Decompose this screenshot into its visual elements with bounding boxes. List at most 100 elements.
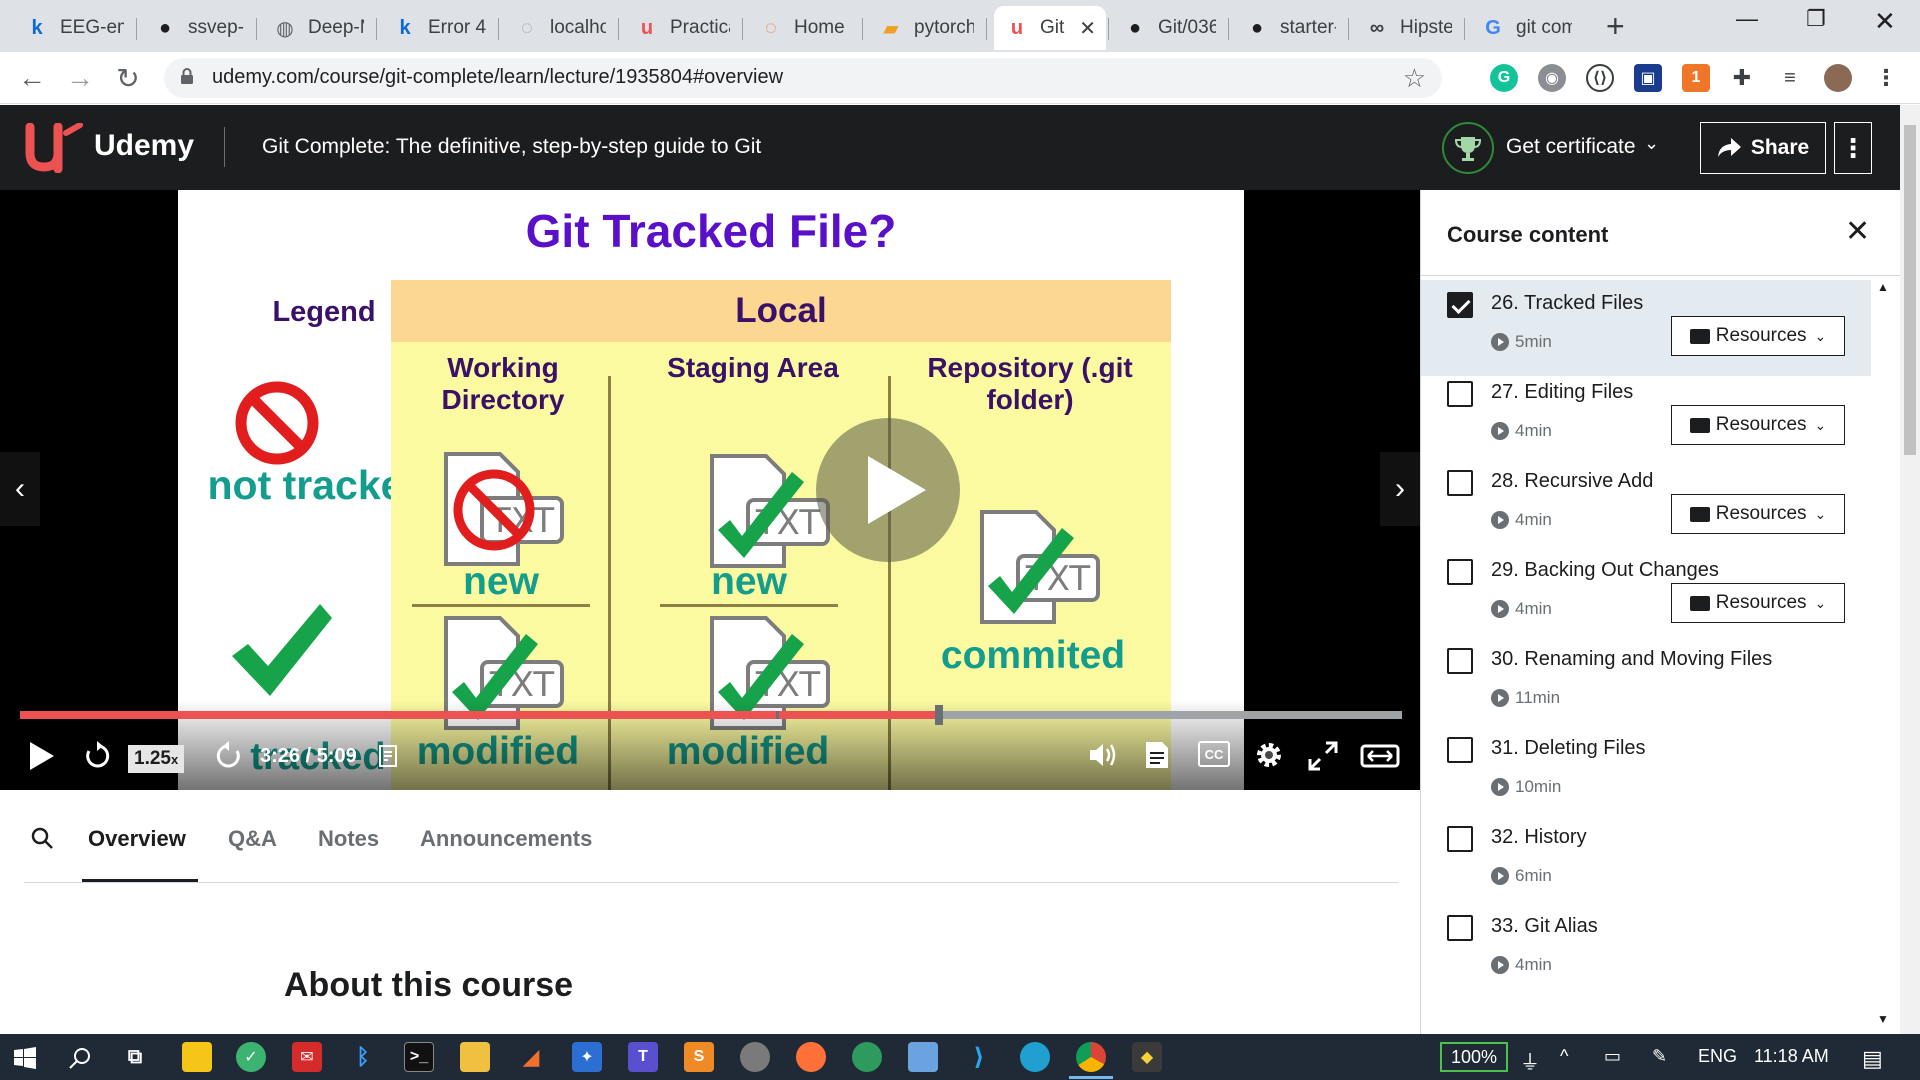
lesson-checkbox[interactable] [1447, 737, 1473, 763]
transcript-icon[interactable] [1144, 740, 1170, 770]
lesson-checkbox[interactable] [1447, 470, 1473, 496]
sticky-notes-icon[interactable] [182, 1042, 212, 1072]
network-app-icon[interactable] [908, 1042, 938, 1072]
browser-tab[interactable]: ▰ pytorch [868, 6, 984, 50]
mail-app-icon[interactable]: ✉ [292, 1042, 322, 1072]
media-control-icon[interactable]: ≡ [1776, 64, 1804, 92]
reload-icon[interactable]: ↻ [110, 60, 146, 96]
teams-icon[interactable]: T [628, 1042, 658, 1072]
lesson-checkbox[interactable] [1447, 915, 1473, 941]
app-icon-green[interactable] [852, 1042, 882, 1072]
lesson-item[interactable]: 30. Renaming and Moving Files 11min [1421, 636, 1871, 732]
badge-extension-icon[interactable]: 1 [1682, 64, 1710, 92]
lesson-checkbox[interactable] [1447, 648, 1473, 674]
battery-indicator[interactable]: 100% [1440, 1042, 1508, 1072]
terminal-icon[interactable]: >_ [404, 1042, 434, 1072]
app-icon-gray[interactable] [740, 1042, 770, 1072]
lesson-item[interactable]: 28. Recursive Add 4min Resources ⌄ [1421, 458, 1871, 554]
taskbar-search-icon[interactable] [68, 1046, 92, 1070]
clock[interactable]: 11:18 AM [1754, 1046, 1829, 1067]
sublime-icon[interactable]: S [684, 1042, 714, 1072]
lesson-checkbox[interactable] [1447, 559, 1473, 585]
file-explorer-icon[interactable] [460, 1042, 490, 1072]
globe-extension-icon[interactable]: ◉ [1538, 64, 1566, 92]
browser-tab[interactable]: ● Git/036 [1112, 6, 1226, 50]
browser-tab[interactable]: ◍ Deep-M [262, 6, 374, 50]
browser-tab[interactable]: ● ssvep-n [142, 6, 254, 50]
profile-avatar[interactable] [1824, 64, 1852, 92]
lesson-checkbox[interactable] [1447, 381, 1473, 407]
chevron-down-icon[interactable]: ⌄ [1644, 133, 1659, 154]
share-button[interactable]: Share [1700, 122, 1826, 174]
udemy-logo-icon[interactable] [22, 123, 84, 173]
tab-notes[interactable]: Notes [318, 826, 379, 852]
app-icon[interactable]: ✓ [236, 1042, 266, 1072]
browser-tab[interactable]: ◌ Home P [748, 6, 860, 50]
lesson-item[interactable]: 27. Editing Files 4min Resources ⌄ [1421, 369, 1871, 465]
lesson-item[interactable]: 32. History 6min [1421, 814, 1871, 910]
progress-bar[interactable] [20, 705, 1402, 725]
search-icon[interactable] [30, 826, 54, 850]
lesson-checkbox[interactable] [1447, 292, 1473, 318]
lesson-item[interactable]: 29. Backing Out Changes 4min Resources ⌄ [1421, 547, 1871, 643]
close-tab-icon[interactable]: ✕ [1079, 16, 1096, 41]
new-tab-button[interactable]: + [1606, 8, 1625, 45]
scroll-down-icon[interactable]: ▼ [1877, 1012, 1889, 1026]
tab-announcements[interactable]: Announcements [420, 826, 592, 852]
udemy-brand[interactable]: Udemy [94, 129, 194, 163]
extensions-puzzle-icon[interactable]: ✚ [1728, 64, 1756, 92]
expand-theater-icon[interactable] [1360, 742, 1400, 770]
volume-icon[interactable] [1088, 741, 1118, 769]
lesson-item[interactable]: 33. Git Alias 4min [1421, 903, 1871, 999]
resources-button[interactable]: Resources ⌄ [1671, 405, 1845, 445]
screen-extension-icon[interactable]: ▣ [1634, 64, 1662, 92]
minimize-icon[interactable]: — [1736, 6, 1758, 32]
matlab-icon[interactable]: ◢ [516, 1042, 546, 1072]
browser-tab[interactable]: ● starter- [1234, 6, 1346, 50]
paint-app-icon[interactable]: ✦ [572, 1042, 602, 1072]
browser-tab[interactable]: ∞ Hipster [1354, 6, 1462, 50]
restore-icon[interactable]: ❐ [1806, 6, 1826, 32]
progress-knob[interactable] [935, 705, 944, 725]
close-icon[interactable]: ✕ [1845, 214, 1870, 249]
power-plug-icon[interactable]: ⏚ [1520, 1046, 1540, 1075]
grammarly-icon[interactable]: G [1490, 64, 1518, 92]
vscode-icon[interactable]: ⟩ [964, 1042, 994, 1072]
chrome-icon[interactable] [1076, 1042, 1106, 1072]
code-extension-icon[interactable]: ⟨⟩ [1586, 64, 1614, 92]
app-icon-yellow[interactable]: ◆ [1132, 1042, 1162, 1072]
edge-icon[interactable] [1020, 1042, 1050, 1072]
play-icon[interactable] [28, 741, 56, 771]
forward-skip-icon[interactable] [214, 741, 244, 771]
browser-menu-icon[interactable]: ⋮ [1872, 64, 1900, 92]
more-options-icon[interactable]: ⋮ [1834, 122, 1872, 174]
notifications-icon[interactable]: ▤ [1862, 1046, 1883, 1072]
browser-tab[interactable]: ◌ localho [504, 6, 616, 50]
scroll-up-icon[interactable]: ▲ [1877, 280, 1889, 294]
page-scrollbar[interactable] [1900, 105, 1920, 1034]
lesson-item[interactable]: 26. Tracked Files 5min Resources ⌄ [1421, 280, 1871, 376]
get-certificate-button[interactable]: Get certificate [1506, 135, 1636, 159]
firefox-icon[interactable] [796, 1042, 826, 1072]
browser-tab[interactable]: k Error 40 [382, 6, 496, 50]
resources-button[interactable]: Resources ⌄ [1671, 494, 1845, 534]
browser-tab[interactable]: k EEG-em [14, 6, 134, 50]
fullscreen-icon[interactable] [1308, 741, 1338, 771]
language-indicator[interactable]: ENG [1698, 1046, 1737, 1067]
resources-button[interactable]: Resources ⌄ [1671, 316, 1845, 356]
address-bar[interactable]: udemy.com/course/git-complete/learn/lect… [164, 58, 1442, 98]
network-icon[interactable]: ▭ [1604, 1046, 1621, 1067]
scrollbar-thumb[interactable] [1904, 125, 1916, 455]
course-title[interactable]: Git Complete: The definitive, step-by-st… [262, 135, 761, 159]
bookmark-star-icon[interactable]: ☆ [1403, 63, 1426, 94]
captions-button[interactable]: CC [1198, 741, 1230, 767]
close-window-icon[interactable]: ✕ [1874, 6, 1896, 37]
rewind-icon[interactable] [82, 741, 112, 771]
browser-tab[interactable]: Ggit com [1470, 6, 1582, 50]
tab-qa[interactable]: Q&A [228, 826, 277, 852]
windows-start-icon[interactable] [14, 1047, 36, 1069]
browser-tab[interactable]: u Git ✕ [994, 6, 1106, 50]
add-note-icon[interactable] [378, 744, 402, 768]
play-overlay-icon[interactable] [816, 418, 960, 562]
task-view-icon[interactable]: ⧉ [120, 1042, 150, 1072]
